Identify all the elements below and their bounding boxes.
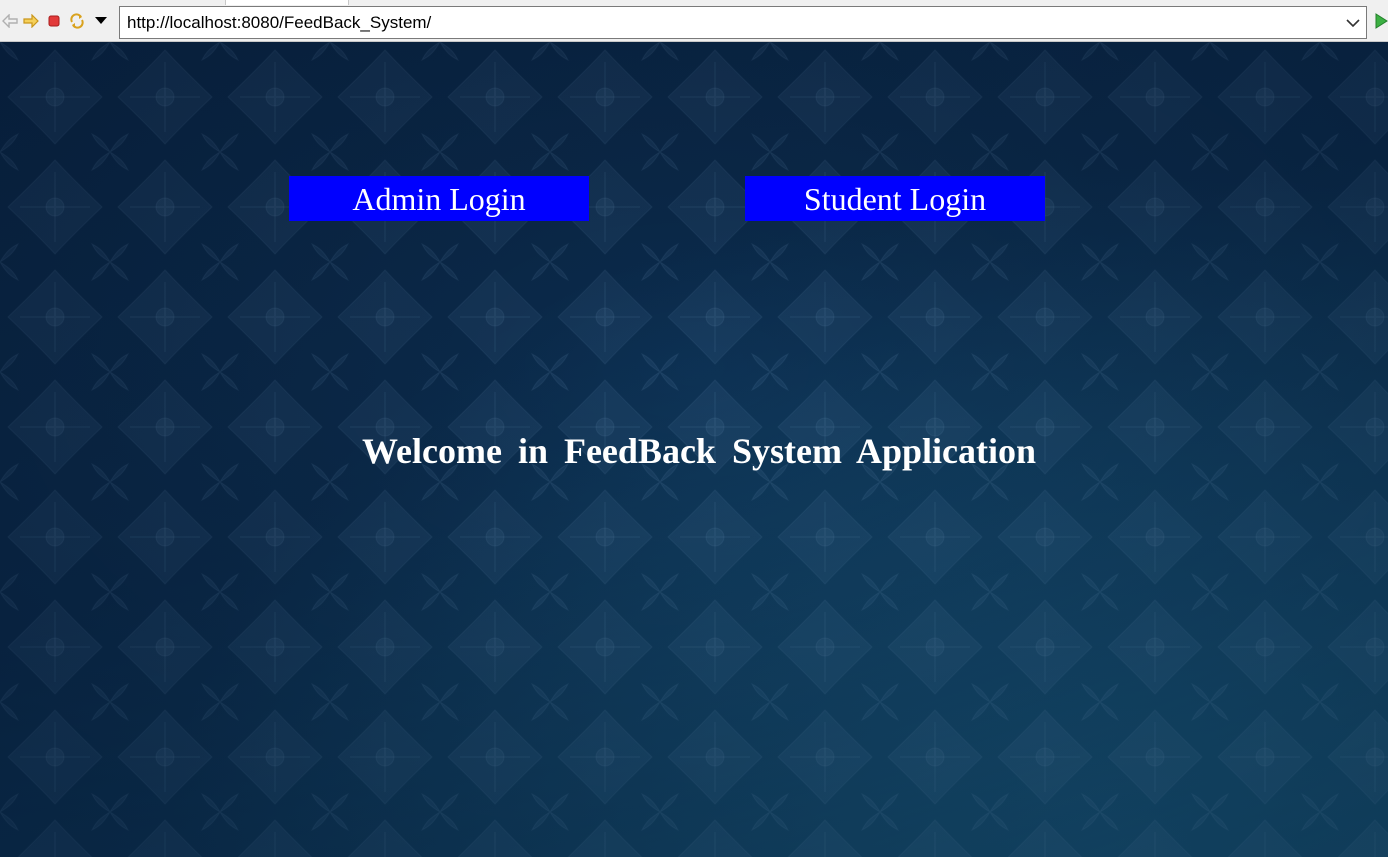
chevron-down-icon[interactable] <box>1342 12 1364 34</box>
back-arrow-icon[interactable] <box>0 11 20 31</box>
browser-toolbar <box>0 0 1388 42</box>
active-tab[interactable] <box>225 0 349 5</box>
go-play-icon[interactable] <box>1374 12 1388 30</box>
student-login-button[interactable]: Student Login <box>745 176 1045 221</box>
forward-arrow-icon[interactable] <box>21 11 41 31</box>
admin-login-button[interactable]: Admin Login <box>289 176 589 221</box>
refresh-icon[interactable] <box>67 11 87 31</box>
page-body: Admin Login Student Login Welcome in Fee… <box>0 42 1388 857</box>
stop-icon[interactable] <box>44 11 64 31</box>
welcome-heading: Welcome in FeedBack System Application <box>362 431 1036 471</box>
url-input[interactable] <box>127 10 1327 35</box>
address-bar[interactable] <box>119 6 1367 39</box>
dropdown-triangle-icon[interactable] <box>91 11 111 31</box>
